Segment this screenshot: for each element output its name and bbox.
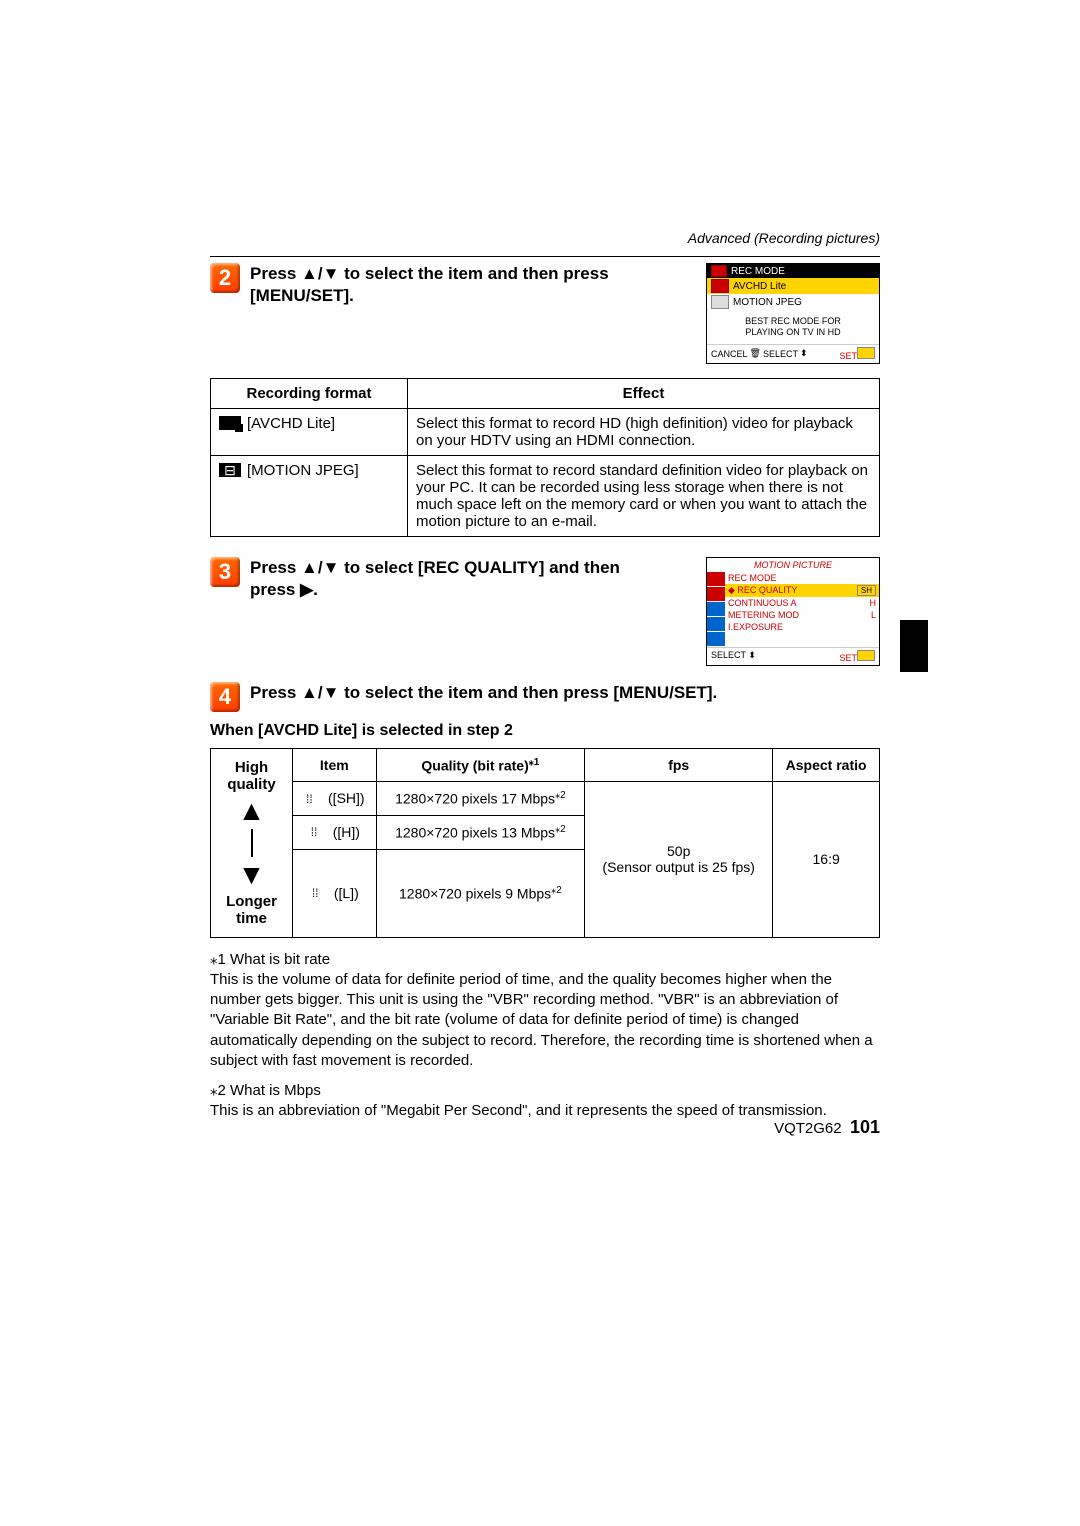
step-text: Press ▲/▼ to select the item and then pr… (250, 263, 706, 307)
section-header: Advanced (Recording pictures) (210, 230, 880, 246)
sidebar-tab (707, 572, 725, 586)
up-arrow-icon: ▲ (238, 797, 266, 825)
sidebar-tab (707, 587, 725, 601)
set-label: SET (839, 653, 857, 663)
format-cell: [MOTION JPEG] (211, 455, 408, 536)
quality-icon (304, 793, 324, 807)
menu-title: REC MODE (731, 266, 785, 277)
step-number-badge: 4 (210, 682, 240, 712)
quality-table: Item Quality (bit rate)⁎1 fps Aspect rat… (292, 748, 880, 938)
quality-icon (309, 826, 329, 840)
menu-item: I.EXPOSURE (728, 622, 783, 632)
quality-cell: 1280×720 pixels 13 Mbps⁎2 (376, 815, 585, 849)
text: Press ▲/▼ to select the item and then pr… (250, 264, 609, 283)
subheading: When [AVCHD Lite] is selected in step 2 (210, 722, 880, 740)
item-cell: ([L]) (293, 849, 377, 937)
set-label: SET (839, 351, 857, 361)
menu-title: MOTION PICTURE (707, 558, 879, 572)
quality-icon (310, 887, 330, 901)
text: [MENU/SET]. (250, 286, 354, 305)
badge: L (871, 610, 876, 620)
mjpeg-icon (711, 295, 729, 309)
menu-item: MOTION JPEG (733, 297, 802, 308)
badge: H (870, 598, 877, 608)
menu-screenshot-motion-picture: MOTION PICTURE REC MODE ◆ REC QUALITYSH … (706, 557, 880, 666)
col-header: Aspect ratio (773, 748, 880, 782)
quality-cell: 1280×720 pixels 17 Mbps⁎2 (376, 782, 585, 816)
format-name: [MOTION JPEG] (247, 462, 359, 479)
menu-item: REC MODE (728, 573, 777, 583)
select-label: SELECT (711, 650, 746, 660)
step-3: 3 Press ▲/▼ to select [REC QUALITY] and … (210, 557, 880, 666)
cancel-label: CANCEL (711, 349, 748, 359)
fps-cell: 50p (Sensor output is 25 fps) (585, 782, 773, 937)
manual-page: Advanced (Recording pictures) 2 Press ▲/… (210, 230, 880, 1138)
badge: SH (857, 585, 876, 596)
text: Press ▲/▼ to select [REC QUALITY] and th… (250, 558, 620, 577)
menu-item: METERING MOD (728, 610, 799, 620)
page-number: 101 (850, 1117, 880, 1137)
note-label: ⁎1 What is bit rate (210, 950, 880, 970)
menu-item: CONTINUOUS A (728, 598, 797, 608)
format-cell: [AVCHD Lite] (211, 408, 408, 455)
down-arrow-icon: ▼ (238, 861, 266, 889)
col-header: Effect (408, 378, 880, 408)
effect-cell: Select this format to record HD (high de… (408, 408, 880, 455)
text: press ▶. (250, 580, 318, 599)
axis-top-label: High quality (215, 759, 288, 793)
step-number-badge: 3 (210, 557, 240, 587)
item-cell: ([SH]) (293, 782, 377, 816)
select-label: SELECT (763, 349, 798, 359)
sidebar-tab (707, 602, 725, 616)
mjpeg-icon (219, 463, 241, 477)
step-2: 2 Press ▲/▼ to select the item and then … (210, 263, 880, 537)
menu-item: AVCHD Lite (733, 281, 786, 292)
col-header: Recording format (211, 378, 408, 408)
menu-item: ◆ REC QUALITY (728, 585, 797, 596)
format-name: [AVCHD Lite] (247, 415, 335, 432)
col-header: Quality (bit rate)⁎1 (376, 748, 585, 782)
step-number-badge: 2 (210, 263, 240, 293)
item-cell: ([H]) (293, 815, 377, 849)
step-text: Press ▲/▼ to select [REC QUALITY] and th… (250, 557, 706, 601)
aspect-cell: 16:9 (773, 782, 880, 937)
quality-axis: High quality ▲ ▼ Longer time (210, 748, 292, 938)
quality-cell: 1280×720 pixels 9 Mbps⁎2 (376, 849, 585, 937)
note-label: ⁎2 What is Mbps (210, 1081, 880, 1101)
page-footer: VQT2G62 101 (774, 1117, 880, 1138)
avchd-icon (219, 416, 241, 430)
doc-code: VQT2G62 (774, 1120, 842, 1137)
set-icon (857, 347, 875, 359)
desc-line: BEST REC MODE FOR (745, 316, 841, 326)
note-body: This is the volume of data for definite … (210, 970, 880, 1071)
quality-table-wrap: High quality ▲ ▼ Longer time Item Qualit… (210, 748, 880, 938)
step-text: Press ▲/▼ to select the item and then pr… (250, 682, 880, 704)
avchd-icon (711, 279, 729, 293)
desc-line: PLAYING ON TV IN HD (745, 327, 840, 337)
effect-cell: Select this format to record standard de… (408, 455, 880, 536)
axis-line (251, 829, 253, 857)
set-icon (857, 650, 875, 661)
rule (210, 256, 880, 257)
footnotes: ⁎1 What is bit rate This is the volume o… (210, 950, 880, 1122)
menu-screenshot-rec-mode: REC MODE AVCHD Lite MOTION JPEG BEST REC… (706, 263, 880, 364)
sidebar-tab (707, 632, 725, 646)
rec-icon (711, 265, 727, 277)
col-header: Item (293, 748, 377, 782)
col-header: fps (585, 748, 773, 782)
thumb-index-tab (900, 620, 928, 672)
step-4: 4 Press ▲/▼ to select the item and then … (210, 682, 880, 1122)
sidebar-tab (707, 617, 725, 631)
recording-format-table: Recording format Effect [AVCHD Lite] Sel… (210, 378, 880, 537)
axis-bottom-label: Longer time (215, 893, 288, 927)
